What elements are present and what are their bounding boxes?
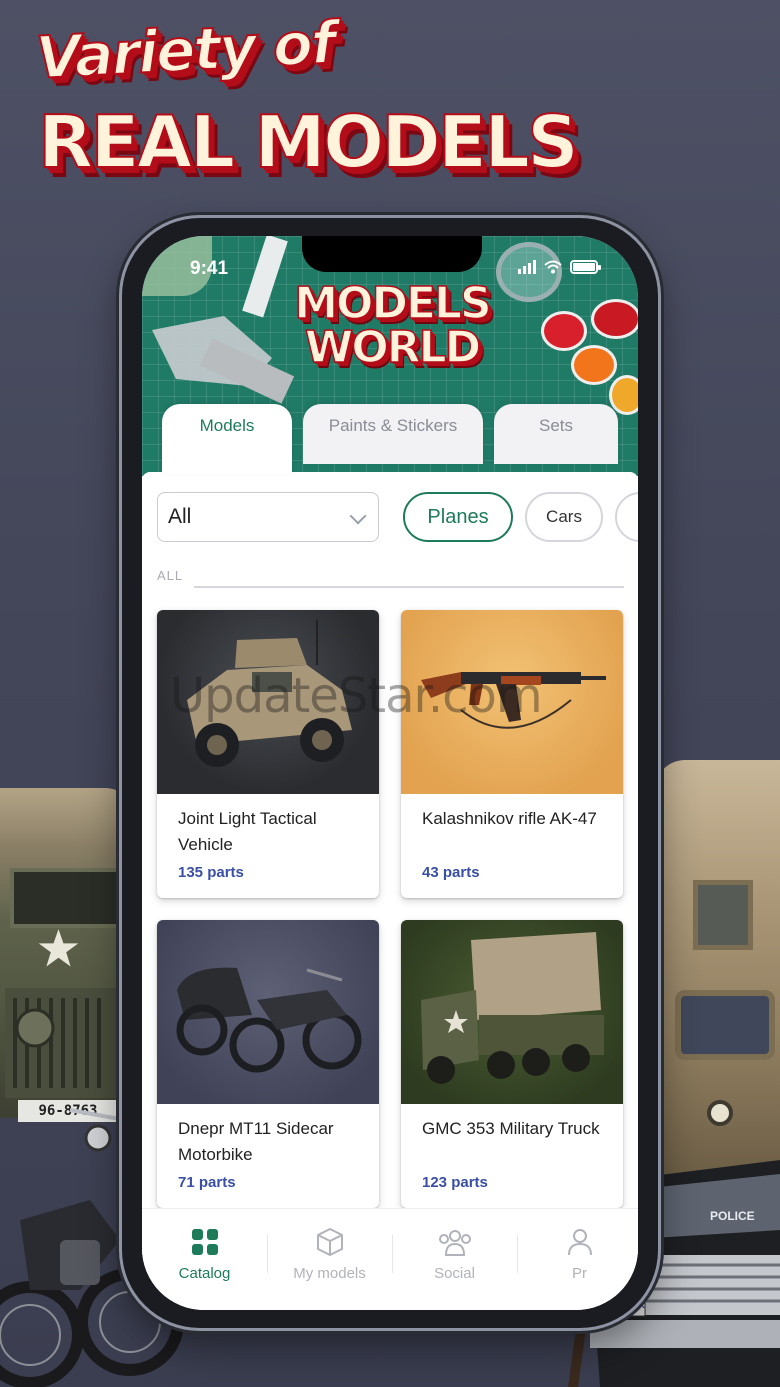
- model-title: Dnepr MT11 Sidecar Motorbike: [178, 1119, 334, 1164]
- catalog-tabs: Models Paints & Stickers Sets: [162, 404, 622, 474]
- cube-icon: [316, 1228, 343, 1256]
- tab-paints-stickers[interactable]: Paints & Stickers: [303, 404, 483, 464]
- catalog-content: All Planes Cars ALL Joint Light Tactical…: [142, 472, 638, 1310]
- app-logo: MODELS WORLD: [282, 278, 502, 373]
- decor-headlight: [707, 1100, 733, 1126]
- model-title: GMC 353 Military Truck: [422, 1119, 600, 1138]
- battery-icon: [570, 260, 601, 274]
- nav-social[interactable]: Social: [392, 1225, 517, 1282]
- model-card[interactable]: Kalashnikov rifle AK-47 43 parts: [401, 610, 623, 898]
- dynamic-island: [302, 236, 482, 272]
- promo-line-1: Variety of: [33, 7, 336, 93]
- decor-truck-window: [10, 868, 120, 928]
- tab-models[interactable]: Models: [162, 404, 292, 474]
- model-title: Kalashnikov rifle AK-47: [422, 809, 597, 828]
- model-title: Joint Light Tactical Vehicle: [178, 809, 317, 854]
- nav-profile-label: Pr: [572, 1265, 587, 1282]
- decor-windshield: [675, 990, 775, 1060]
- model-parts: 71 parts: [178, 1174, 236, 1191]
- decor-truck-grille: [5, 988, 130, 1098]
- signal-icon: [518, 260, 536, 274]
- chip-planes[interactable]: Planes: [403, 492, 513, 542]
- people-icon: [438, 1230, 471, 1256]
- status-icons: [518, 260, 601, 274]
- prop-ruler: [242, 236, 288, 318]
- model-card[interactable]: GMC 353 Military Truck 123 parts: [401, 920, 623, 1208]
- model-image-ak47: [401, 610, 623, 794]
- model-parts: 123 parts: [422, 1174, 488, 1191]
- decor-star-icon: [38, 929, 79, 967]
- section-divider: [194, 586, 624, 588]
- prop-red-paint-2: [594, 302, 638, 336]
- tab-sets[interactable]: Sets: [494, 404, 618, 464]
- category-select[interactable]: All: [157, 492, 379, 542]
- chip-cars[interactable]: Cars: [525, 492, 603, 542]
- section-label: ALL: [157, 568, 184, 583]
- nav-profile[interactable]: Pr: [517, 1225, 638, 1282]
- model-image-truck: [401, 920, 623, 1104]
- prop-orange-paint: [574, 348, 614, 382]
- decor-hatch: [693, 880, 753, 950]
- grid-icon: [191, 1229, 218, 1255]
- phone-frame: MODELS WORLD 9:41 Models Paints & Sticke…: [122, 218, 658, 1328]
- promo-line-2: REAL MODELS: [37, 99, 580, 185]
- nav-catalog[interactable]: Catalog: [142, 1225, 267, 1282]
- model-parts: 43 parts: [422, 864, 480, 881]
- prop-red-paint: [544, 314, 584, 348]
- app-screen: MODELS WORLD 9:41 Models Paints & Sticke…: [142, 236, 638, 1310]
- nav-my-models-label: My models: [293, 1265, 366, 1282]
- logo-line-1: MODELS: [294, 278, 493, 329]
- model-image-sidecar: [157, 920, 379, 1104]
- status-time: 9:41: [190, 258, 229, 279]
- promo-headline: Variety of REAL MODELS: [33, 7, 638, 185]
- model-card[interactable]: Joint Light Tactical Vehicle 135 parts: [157, 610, 379, 898]
- wifi-icon: [544, 260, 562, 274]
- model-image-jltv: [157, 610, 379, 794]
- nav-social-label: Social: [434, 1265, 475, 1282]
- category-select-value: All: [168, 505, 192, 528]
- model-parts: 135 parts: [178, 864, 244, 881]
- profile-icon: [567, 1229, 592, 1256]
- bottom-navigation: Catalog My models Social Pr: [142, 1208, 638, 1310]
- model-card[interactable]: Dnepr MT11 Sidecar Motorbike 71 parts: [157, 920, 379, 1208]
- svg-text:POLICE: POLICE: [710, 1209, 755, 1223]
- decor-military-truck: 96-8763: [0, 788, 135, 1122]
- decor-armored-vehicle: [655, 760, 780, 1180]
- chevron-down-icon: [349, 507, 367, 525]
- logo-line-2: WORLD: [304, 322, 482, 373]
- nav-catalog-label: Catalog: [178, 1265, 231, 1282]
- chip-more[interactable]: [615, 492, 638, 542]
- nav-my-models[interactable]: My models: [267, 1225, 392, 1282]
